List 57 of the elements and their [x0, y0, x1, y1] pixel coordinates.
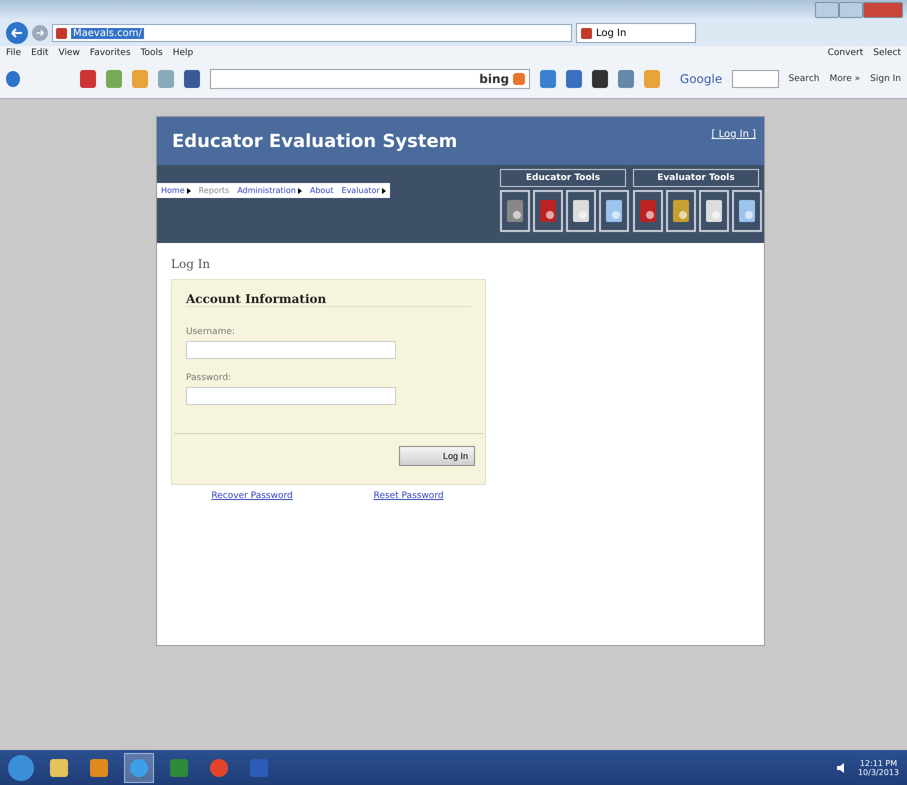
menu-item[interactable]: Help — [172, 48, 194, 58]
back-arrow-icon — [11, 28, 23, 38]
tool-group-title: Evaluator Tools — [633, 169, 759, 187]
document-tool-button[interactable] — [599, 190, 629, 232]
browser-tab[interactable]: Log In — [576, 23, 696, 43]
folder-tool-button[interactable] — [633, 190, 663, 232]
toolbar-button[interactable]: Convert — [828, 48, 864, 58]
nav-link[interactable]: Home — [161, 186, 191, 195]
toolbar-icon[interactable] — [540, 70, 556, 88]
input-field[interactable] — [186, 387, 396, 405]
google-logo: Google — [680, 72, 722, 86]
nav-link[interactable]: Administration — [237, 186, 302, 195]
search-field[interactable]: bing — [210, 69, 530, 89]
clock[interactable]: 12:11 PM 10/3/2013 — [858, 758, 899, 776]
forward-arrow-icon — [36, 29, 44, 37]
field-label: Password: — [186, 373, 232, 383]
login-button[interactable]: Log In — [399, 446, 475, 466]
address-field[interactable]: Maevals.com/ — [52, 24, 572, 42]
submenu-arrow-icon — [186, 188, 191, 194]
submenu-arrow-icon — [298, 188, 302, 194]
password-link[interactable]: Recover Password — [211, 491, 293, 501]
forward-button[interactable] — [32, 25, 48, 41]
nav-link[interactable]: About — [310, 186, 334, 195]
menu-item[interactable]: Favorites — [90, 48, 131, 58]
toolbar-icon[interactable] — [566, 70, 582, 88]
sign-in-button[interactable]: Sign In — [870, 74, 902, 84]
form-legend: Account Information — [186, 292, 471, 307]
menu-item[interactable]: Edit — [31, 48, 48, 58]
page-heading: Log In — [171, 257, 212, 271]
nav-link[interactable]: Evaluator — [342, 186, 386, 195]
menu-item[interactable]: Tools — [140, 48, 163, 58]
password-link[interactable]: Reset Password — [374, 491, 444, 501]
toolbar-icon[interactable] — [184, 70, 200, 88]
toolbar-button[interactable]: Select — [873, 48, 901, 58]
back-button[interactable] — [6, 22, 28, 44]
folder-tool-button[interactable] — [533, 190, 563, 232]
field-label: Username: — [186, 327, 236, 337]
tool-group-title: Educator Tools — [500, 169, 626, 187]
toolbar-icon[interactable] — [80, 70, 96, 88]
submenu-arrow-icon — [382, 188, 386, 194]
disc-tool-button[interactable] — [699, 190, 729, 232]
login-link[interactable]: [ Log In ] — [712, 129, 756, 140]
cabinet-tool-button[interactable] — [500, 190, 530, 232]
document-tool-button[interactable] — [732, 190, 762, 232]
disc-tool-button[interactable] — [566, 190, 596, 232]
search-button[interactable]: Search — [788, 74, 820, 84]
more-button[interactable]: More » — [829, 74, 860, 84]
maximize-button[interactable] — [839, 2, 863, 18]
menu-item[interactable]: View — [58, 48, 80, 58]
magnifier-tool-button[interactable] — [666, 190, 696, 232]
input-field[interactable] — [186, 341, 396, 359]
site-title: Educator Evaluation System — [172, 130, 458, 152]
menu-item[interactable]: File — [6, 48, 22, 58]
start-button[interactable] — [8, 754, 34, 780]
toolbar-icon[interactable] — [592, 70, 608, 88]
google-search-field[interactable] — [732, 70, 779, 88]
minimize-button[interactable] — [815, 2, 839, 18]
